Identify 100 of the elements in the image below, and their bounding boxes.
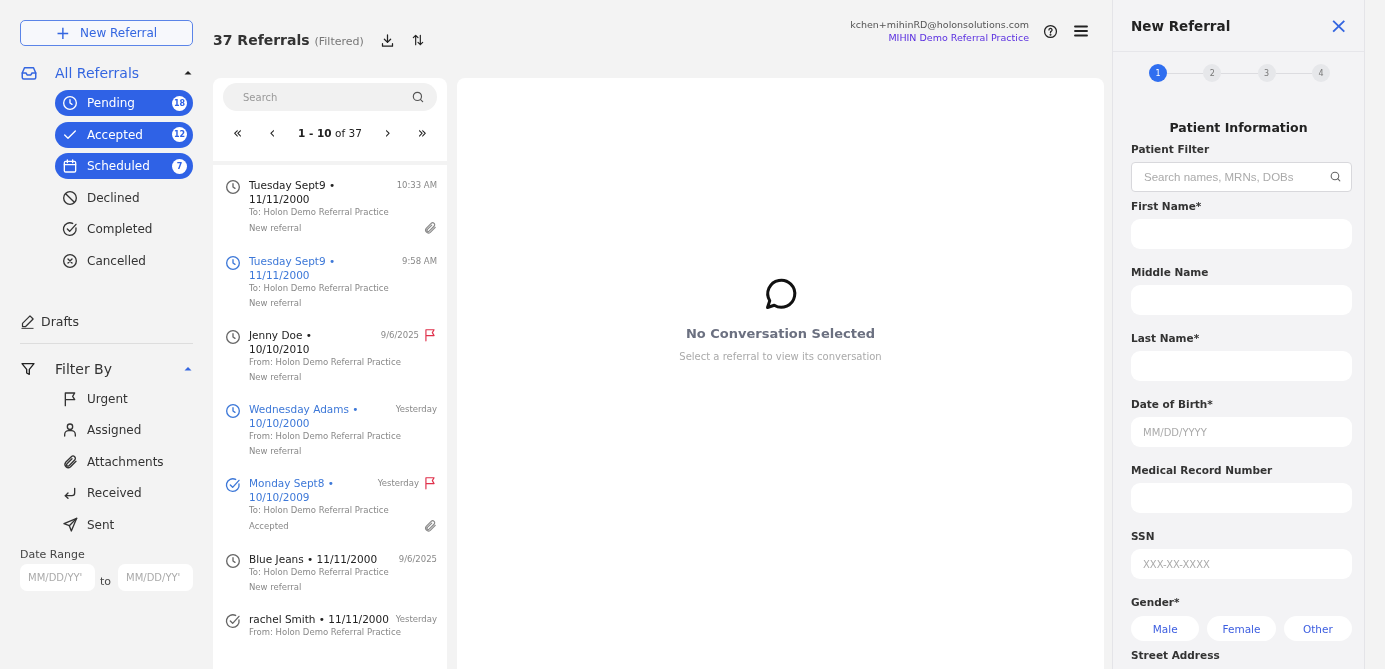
status-filter-item[interactable]: Completed [55, 216, 193, 242]
new-referral-button[interactable]: + New Referral [20, 20, 193, 46]
referral-status: New referral [249, 581, 302, 593]
section-title: Patient Information [1168, 120, 1309, 135]
step-indicator[interactable]: 4 [1312, 64, 1330, 82]
referral-title: rachel Smith • 11/11/2000 [249, 612, 389, 626]
filter-option[interactable]: Sent [55, 511, 193, 538]
field-label: Last Name* [1131, 332, 1201, 344]
referral-party: To: Holon Demo Referral Practice [249, 566, 390, 578]
start-date-field[interactable]: MM/DD/YY' [20, 563, 95, 591]
panel-title: New Referral [1131, 17, 1231, 34]
next-page-button[interactable]: › [380, 124, 395, 142]
filter-option[interactable]: Received [55, 480, 193, 506]
referral-list-item[interactable]: Jenny Doe • 10/10/2010 9/6/2025 From: Holon Demo Referral Practice New referral [225, 321, 437, 395]
input-field[interactable]: MM/DD/YYYY [1131, 417, 1352, 447]
all-referrals-heading[interactable]: All Referrals [55, 65, 183, 81]
referral-status: New referral [249, 297, 302, 309]
referral-party: To: Holon Demo Referral Practice [249, 282, 390, 294]
referral-party: From: Holon Demo Referral Practice [249, 626, 402, 638]
referral-party: To: Holon Demo Referral Practice [249, 504, 390, 516]
count-badge: 12 [172, 127, 187, 142]
field-label: Date of Birth* [1131, 398, 1214, 410]
referral-list-item[interactable]: Blue Jeans • 11/11/2000 9/6/2025 To: Holon Demo Referral Practice New referral [225, 545, 437, 605]
filter-icon [20, 360, 36, 377]
referrals-count-title: 37 Referrals (Filtered) [213, 32, 364, 48]
referral-party: To: Holon Demo Referral Practice [249, 206, 390, 218]
referral-list-item[interactable]: Wednesday Adams • 10/10/2000 Yesterday From: Holon Demo Referral Practice New referral [225, 395, 437, 469]
referral-status: Accepted [249, 520, 289, 532]
referral-time: 9/6/2025 [380, 329, 419, 342]
person-icon [62, 422, 78, 438]
referral-list-item[interactable]: Tuesday Sept9 • 11/11/2000 10:33 AM To: Holon Demo Referral Practice New referral [225, 171, 437, 247]
field-label: First Name* [1131, 200, 1203, 212]
status-filter-item[interactable]: Declined [55, 184, 193, 211]
step-indicator[interactable]: 2 [1203, 64, 1222, 82]
referral-title: Tuesday Sept9 • 11/11/2000 [249, 178, 337, 206]
referral-title: Jenny Doe • 10/10/2010 [249, 328, 313, 356]
filter-option[interactable]: Attachments [55, 448, 193, 475]
last-page-button[interactable]: » [413, 124, 431, 142]
clock-icon [225, 329, 241, 345]
referral-time: Yesterday [395, 613, 437, 626]
referral-title: Monday Sept8 • 10/10/2009 [249, 476, 335, 504]
field-label: Middle Name [1131, 266, 1210, 278]
page-range: 1 - 10 of 37 [298, 127, 362, 139]
patient-search-field[interactable]: Search names, MRNs, DOBs [1131, 162, 1352, 192]
clock-icon [62, 95, 78, 111]
gender-option[interactable]: Other [1283, 616, 1352, 641]
referral-list-item[interactable]: Monday Sept8 • 10/10/2009 Yesterday To: Holon Demo Referral Practice Accepted [225, 469, 437, 545]
status-filter-item[interactable]: Scheduled 7 [55, 153, 193, 179]
field-label: SSN [1131, 530, 1156, 542]
close-button[interactable]: × [1325, 14, 1352, 37]
field-label: Gender* [1131, 596, 1181, 608]
referral-time: 9:58 AM [402, 255, 437, 268]
prohibited-icon [62, 189, 78, 206]
clock-icon [225, 179, 241, 195]
referral-time: Yesterday [395, 403, 437, 416]
user-email: kchen+mihinRD@holonsolutions.com [850, 18, 1029, 31]
input-field[interactable]: XXX-XX-XXXX [1131, 549, 1352, 579]
date-range-label: Date Range [20, 547, 86, 561]
referral-title: Blue Jeans • 11/11/2000 [249, 552, 378, 566]
previous-page-button[interactable]: ‹ [265, 124, 280, 142]
referral-list-item[interactable]: Tuesday Sept9 • 11/11/2000 9:58 AM To: Holon Demo Referral Practice New referral [225, 247, 437, 321]
first-page-button[interactable]: « [229, 124, 247, 142]
referral-status: New referral [249, 445, 302, 457]
download-icon [379, 32, 395, 48]
clock-icon [225, 553, 241, 569]
field-label: Patient Filter [1131, 143, 1211, 155]
status-filter-item[interactable]: Accepted 12 [55, 121, 193, 148]
referral-list-item[interactable]: rachel Smith • 11/11/2000 Yesterday From: Holon Demo Referral Practice [225, 605, 437, 650]
caret-icon[interactable] [183, 68, 193, 78]
referral-time: 10:33 AM [396, 179, 437, 192]
filter-option[interactable]: Assigned [55, 417, 193, 443]
date-range-separator: to [100, 574, 113, 590]
inbox-icon [20, 64, 38, 82]
filter-option[interactable]: Urgent [55, 385, 193, 412]
drafts-link[interactable]: Drafts [41, 313, 80, 329]
status-filter-item[interactable]: Pending 18 [55, 90, 193, 116]
status-filter-item[interactable]: Cancelled [55, 247, 193, 274]
gender-option[interactable]: Male [1131, 616, 1200, 641]
gender-option[interactable]: Female [1207, 616, 1276, 641]
referral-status: New referral [249, 371, 302, 383]
referral-title: Tuesday Sept9 • 11/11/2000 [249, 254, 337, 282]
step-indicator[interactable]: 1 [1149, 64, 1167, 82]
empty-state-title: No Conversation Selected [685, 325, 876, 341]
clock-icon [225, 403, 241, 419]
check-circle-icon [225, 477, 241, 493]
clock-icon [225, 255, 241, 271]
end-date-field[interactable]: MM/DD/YY' [118, 563, 193, 591]
referral-party: From: Holon Demo Referral Practice [249, 356, 402, 368]
filter-by-heading[interactable]: Filter By [55, 360, 183, 377]
empty-state-message: Select a referral to view its conversation [679, 350, 882, 362]
referral-time: 9/6/2025 [398, 553, 437, 566]
calendar-icon [62, 158, 78, 174]
step-indicator[interactable]: 3 [1257, 64, 1276, 82]
help-icon [1043, 23, 1058, 39]
search-field[interactable]: Search [223, 83, 437, 111]
return-arrow-icon [62, 485, 78, 501]
referral-status: New referral [249, 222, 302, 234]
referral-party: From: Holon Demo Referral Practice [249, 430, 402, 442]
field-label: Street Address [1131, 649, 1221, 661]
pencil-icon [20, 313, 35, 329]
